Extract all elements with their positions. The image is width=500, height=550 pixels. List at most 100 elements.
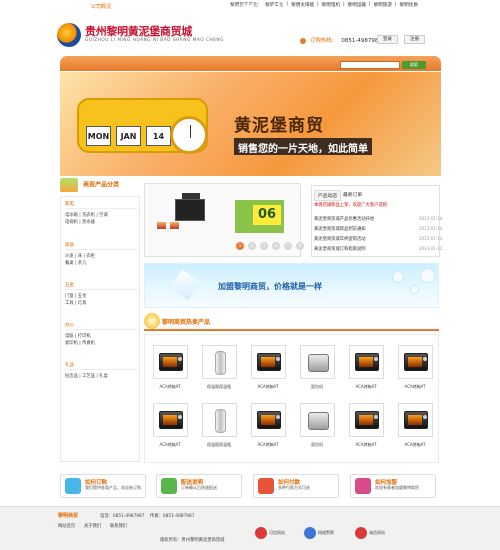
hot-products-title: 黎明商贸热卖产品 bbox=[162, 319, 211, 326]
carousel-dot[interactable]: 6 bbox=[296, 242, 304, 250]
category-section-title[interactable]: 五金 bbox=[65, 282, 74, 288]
carousel-dot[interactable]: 4 bbox=[272, 242, 280, 250]
top-link[interactable]: 黎明优质 bbox=[400, 2, 418, 11]
tab-product-news[interactable]: 产品动态 bbox=[314, 190, 342, 201]
product-name[interactable]: ACA烤箱AT bbox=[340, 442, 392, 448]
category-section-title[interactable]: 礼品 bbox=[65, 362, 74, 368]
nav-item-jobs[interactable]: 人才招聘 bbox=[199, 3, 219, 10]
product-name[interactable]: ACA烤箱AT bbox=[389, 384, 441, 390]
category-item[interactable]: 床 bbox=[78, 254, 82, 259]
category-item[interactable]: 热水器 bbox=[82, 220, 95, 225]
tab-latest-orders[interactable]: 最新订单 bbox=[340, 190, 365, 199]
category-item[interactable]: 复印机 bbox=[65, 341, 78, 346]
product-card[interactable] bbox=[349, 403, 384, 437]
top-link[interactable]: 黎明运输 bbox=[348, 2, 366, 11]
category-item-row: 电脑 | 打印机 bbox=[65, 334, 91, 339]
police-badge-icon[interactable] bbox=[304, 527, 316, 539]
news-headline[interactable]: 本周店铺新品上架，欢迎广大客户选购 bbox=[314, 202, 387, 208]
product-card[interactable] bbox=[349, 345, 384, 379]
product-name[interactable]: ACA烤箱AT bbox=[144, 442, 196, 448]
category-item[interactable]: 茶几 bbox=[78, 261, 87, 266]
carousel-dot[interactable]: 5 bbox=[284, 242, 292, 250]
product-name[interactable]: 保温瓶保温瓶 bbox=[193, 384, 245, 390]
footer-link[interactable]: 网站首页 bbox=[58, 523, 75, 529]
login-button[interactable]: 登录 bbox=[377, 35, 398, 44]
category-item[interactable]: 衣柜 bbox=[86, 254, 95, 259]
top-link[interactable]: 黎明太阳能 bbox=[291, 2, 314, 11]
toaster-image bbox=[308, 354, 329, 372]
product-name[interactable]: ACA烤箱AT bbox=[389, 442, 441, 448]
nav-item-news[interactable]: 新闻中心 bbox=[164, 3, 184, 10]
news-item[interactable]: 黄泥堡商贸城订购指南说明 bbox=[314, 246, 366, 252]
category-item[interactable]: 五金 bbox=[78, 294, 87, 299]
category-item[interactable]: 餐桌 bbox=[65, 261, 74, 266]
nav-item-company[interactable]: 公司概况 bbox=[88, 2, 115, 11]
carousel-dot[interactable]: 3 bbox=[260, 242, 268, 250]
category-item-row: 纪念品 | 工艺品 | 礼盒 bbox=[65, 374, 108, 379]
category-item[interactable]: 工具 bbox=[65, 301, 74, 306]
trust-badge-icon[interactable] bbox=[255, 527, 267, 539]
credit-badge-icon[interactable] bbox=[355, 527, 367, 539]
product-card[interactable] bbox=[300, 345, 335, 379]
truck-icon bbox=[161, 478, 177, 494]
news-item[interactable]: 黄泥堡商贸城产品优惠活动开始 bbox=[314, 216, 374, 222]
product-card[interactable] bbox=[153, 345, 188, 379]
category-item[interactable]: 传真机 bbox=[82, 341, 95, 346]
product-name[interactable]: ACA烤箱AT bbox=[340, 384, 392, 390]
category-item[interactable]: 电视机 bbox=[65, 220, 78, 225]
product-card[interactable] bbox=[300, 403, 335, 437]
product-name[interactable]: ACA烤箱AT bbox=[242, 442, 294, 448]
product-card[interactable] bbox=[202, 403, 237, 437]
nav-item-guide[interactable]: 订购指南 bbox=[236, 3, 256, 10]
handshake-icon bbox=[355, 478, 371, 494]
product-name[interactable]: ACA烤箱AT bbox=[242, 384, 294, 390]
category-item[interactable]: 电脑 bbox=[65, 334, 74, 339]
product-card[interactable] bbox=[202, 345, 237, 379]
category-section-title[interactable]: 家居 bbox=[65, 242, 74, 248]
category-section-title[interactable]: 办公 bbox=[65, 322, 74, 328]
footer-link[interactable]: 关于我们 bbox=[84, 523, 101, 529]
product-card[interactable] bbox=[153, 403, 188, 437]
footer-link[interactable]: 联系我们 bbox=[110, 523, 127, 529]
category-item[interactable]: 门窗 bbox=[65, 294, 74, 299]
search-input[interactable] bbox=[340, 61, 400, 69]
feature-how-to-order[interactable]: 如何订购 我们提供各类产品，欢迎来订购 bbox=[60, 474, 146, 498]
category-section-title[interactable]: 家电 bbox=[65, 201, 74, 207]
product-name[interactable]: ACA烤箱AT bbox=[144, 384, 196, 390]
register-button[interactable]: 注册 bbox=[404, 35, 425, 44]
carousel-dot[interactable]: 1 bbox=[236, 242, 244, 250]
category-item-row: 门窗 | 五金 bbox=[65, 294, 87, 299]
logo[interactable]: 贵州黎明黄泥堡商贸城 GUIZHOU LI MING HUANG NI BAO … bbox=[57, 23, 237, 49]
category-item[interactable]: 沙发 bbox=[65, 254, 74, 259]
category-item[interactable]: 空调 bbox=[99, 213, 108, 218]
category-item[interactable]: 工艺品 bbox=[82, 374, 95, 379]
feature-delivery[interactable]: 配送说明 订单确认后快速配送 bbox=[156, 474, 242, 498]
category-item[interactable]: 礼盒 bbox=[99, 374, 108, 379]
feature-payment[interactable]: 如何付款 多种付款方式可选 bbox=[253, 474, 339, 498]
category-item[interactable]: 电冰箱 bbox=[65, 213, 78, 218]
product-card[interactable] bbox=[398, 345, 433, 379]
product-card[interactable] bbox=[251, 403, 286, 437]
nav-item-contact[interactable]: 联系我们 bbox=[272, 3, 292, 10]
news-item[interactable]: 黄泥堡商贸城新品到货通知 bbox=[314, 226, 366, 232]
carousel-dot[interactable]: 2 bbox=[248, 242, 256, 250]
product-name[interactable]: 面包机 bbox=[291, 384, 343, 390]
trust-badge-text: 可信网站 bbox=[269, 530, 285, 535]
category-item[interactable]: 打印机 bbox=[78, 334, 91, 339]
product-card[interactable] bbox=[251, 345, 286, 379]
oven-image bbox=[159, 353, 183, 371]
product-card[interactable] bbox=[398, 403, 433, 437]
category-item[interactable]: 灯具 bbox=[78, 301, 87, 306]
nav-item-products[interactable]: 产品中心 bbox=[127, 3, 147, 10]
search-button[interactable]: 搜索 bbox=[402, 61, 426, 69]
hotline: 订购热线: 0851-4987987 bbox=[300, 36, 382, 44]
product-name[interactable]: 保温瓶保温瓶 bbox=[193, 442, 245, 448]
category-item[interactable]: 纪念品 bbox=[65, 374, 78, 379]
product-name[interactable]: 面包机 bbox=[291, 442, 343, 448]
news-date: 2013-01-12 bbox=[419, 246, 443, 251]
category-item[interactable]: 洗衣机 bbox=[82, 213, 95, 218]
feature-join[interactable]: 如何加盟 欢迎有意者加盟黎明商贸 bbox=[350, 474, 436, 498]
top-link[interactable]: 黎明旅游 bbox=[374, 2, 392, 11]
news-item[interactable]: 黄泥堡商贸城年终促销活动 bbox=[314, 236, 366, 242]
top-link[interactable]: 黎明电机 bbox=[322, 2, 340, 11]
